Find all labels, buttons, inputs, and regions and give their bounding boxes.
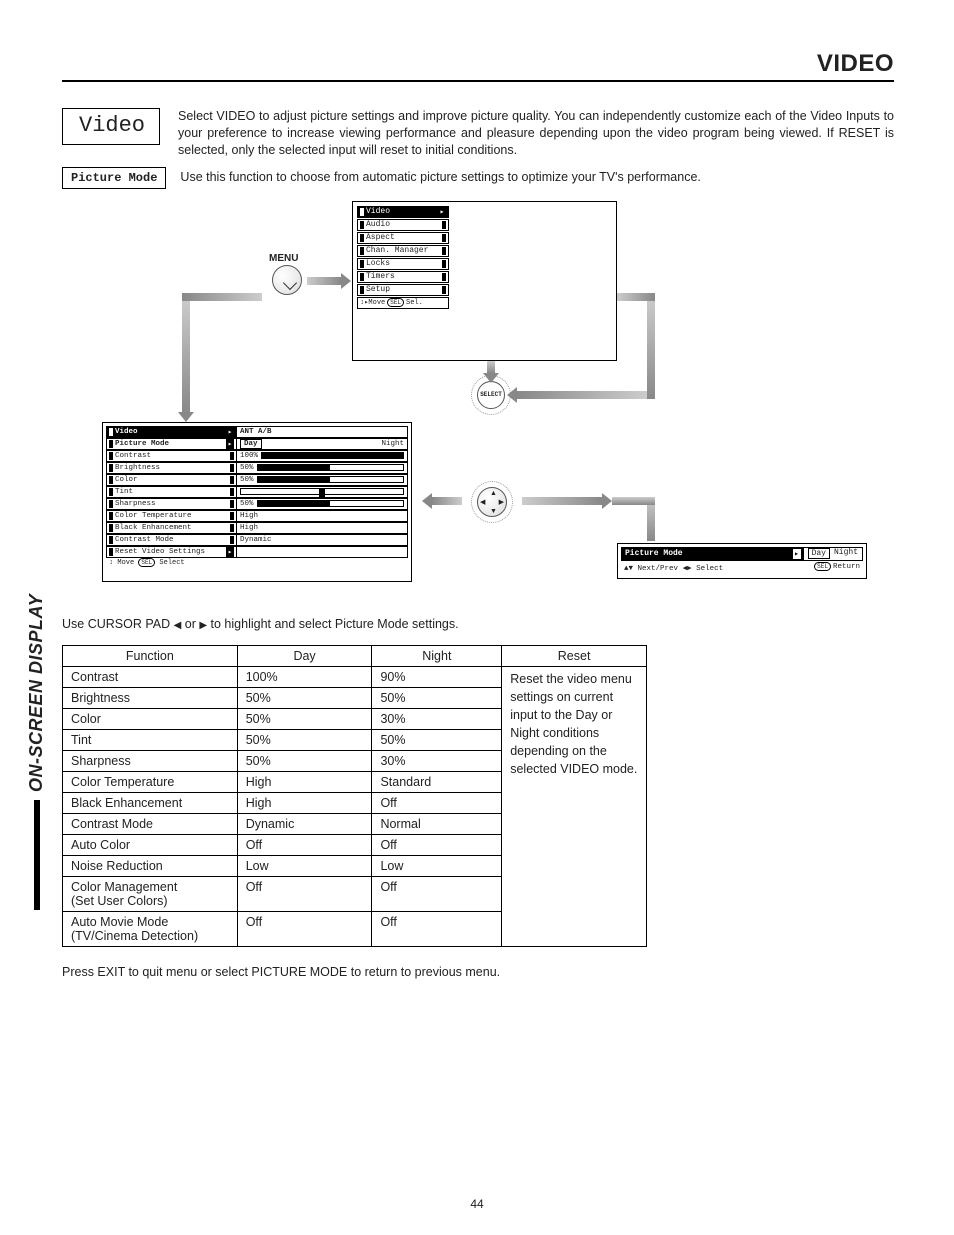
col-day: Day bbox=[237, 645, 372, 666]
osd-setting-row: Picture Mode▸DayNight bbox=[106, 438, 408, 450]
col-reset: Reset bbox=[502, 645, 647, 666]
connector-line bbox=[647, 297, 655, 399]
side-section-label: ON-SCREEN DISPLAY bbox=[26, 594, 47, 910]
video-heading-box: Video bbox=[62, 108, 160, 145]
strip-return-hint: SELReturn bbox=[814, 563, 860, 573]
select-dial-icon: SELECT bbox=[477, 381, 505, 409]
page-title: VIDEO bbox=[62, 50, 894, 82]
arrow-right-icon: ▸ bbox=[793, 549, 801, 559]
osd-footer: ↕ Move SEL Select bbox=[106, 558, 408, 568]
osd-setting-row: Sharpness50% bbox=[106, 498, 408, 510]
arrow-down-icon bbox=[182, 297, 190, 412]
osd-picture-mode-strip: Picture Mode ▸ Day Night ▲▼ Next/Prev ◀▶ … bbox=[617, 543, 867, 579]
osd-video-settings: Video▸ANT A/BPicture Mode▸DayNightContra… bbox=[102, 422, 412, 582]
option-night: Night bbox=[834, 548, 858, 559]
menu-item: Video▸ bbox=[357, 206, 449, 218]
menu-item: Locks bbox=[357, 258, 449, 270]
col-night: Night bbox=[372, 645, 502, 666]
connector-line bbox=[617, 293, 655, 301]
osd-setting-row: Color TemperatureHigh bbox=[106, 510, 408, 522]
arrow-left-icon bbox=[517, 391, 647, 399]
page-number: 44 bbox=[0, 1197, 954, 1211]
menu-label: MENU bbox=[269, 253, 298, 264]
closing-note: Press EXIT to quit menu or select PICTUR… bbox=[62, 965, 894, 979]
menu-item: Setup bbox=[357, 284, 449, 296]
menu-item: Chan. Manager bbox=[357, 245, 449, 257]
osd-setting-row: Color50% bbox=[106, 474, 408, 486]
picture-mode-settings-table: Function Day Night Reset Contrast100%90%… bbox=[62, 645, 647, 947]
osd-main-menu: Video▸AudioAspectChan. ManagerLocksTimer… bbox=[352, 201, 617, 361]
arrow-right-icon bbox=[522, 497, 602, 505]
osd-setting-row: Black EnhancementHigh bbox=[106, 522, 408, 534]
picture-mode-description: Use this function to choose from automat… bbox=[180, 167, 700, 186]
cursor-pad-note: Use CURSOR PAD ◀ or ▶ to highlight and s… bbox=[62, 617, 894, 631]
menu-knob-icon bbox=[272, 265, 302, 295]
osd-setting-row: Reset Video Settings▸ bbox=[106, 546, 408, 558]
menu-item: Timers bbox=[357, 271, 449, 283]
menu-item: Audio bbox=[357, 219, 449, 231]
connector-line bbox=[182, 293, 262, 301]
arrow-down-icon bbox=[487, 361, 495, 373]
arrow-left-icon bbox=[432, 497, 462, 505]
menu-item: Aspect bbox=[357, 232, 449, 244]
picture-mode-heading-box: Picture Mode bbox=[62, 167, 166, 189]
table-row: Contrast100%90%Reset the video menu sett… bbox=[63, 666, 647, 687]
osd-setting-row: Contrast100% bbox=[106, 450, 408, 462]
arrow-right-icon bbox=[307, 277, 341, 285]
strip-label: Picture Mode bbox=[625, 549, 683, 558]
intro-paragraph: Select VIDEO to adjust picture settings … bbox=[178, 108, 894, 159]
osd-flow-diagram: MENU Video▸AudioAspectChan. ManagerLocks… bbox=[62, 197, 872, 587]
osd-header-row: Video▸ANT A/B bbox=[106, 426, 408, 438]
col-function: Function bbox=[63, 645, 238, 666]
osd-setting-row: Contrast ModeDynamic bbox=[106, 534, 408, 546]
menu-footer: ↕▸MoveSELSel. bbox=[357, 297, 449, 309]
osd-setting-row: Brightness50% bbox=[106, 462, 408, 474]
cursor-pad-icon: ▲ ▼ ◀ ▶ bbox=[477, 487, 507, 517]
osd-setting-row: Tint bbox=[106, 486, 408, 498]
strip-nav-hint: ▲▼ Next/Prev ◀▶ Select bbox=[624, 563, 723, 573]
connector-line bbox=[612, 497, 655, 505]
right-triangle-icon: ▶ bbox=[199, 620, 207, 631]
option-day: Day bbox=[808, 548, 830, 559]
